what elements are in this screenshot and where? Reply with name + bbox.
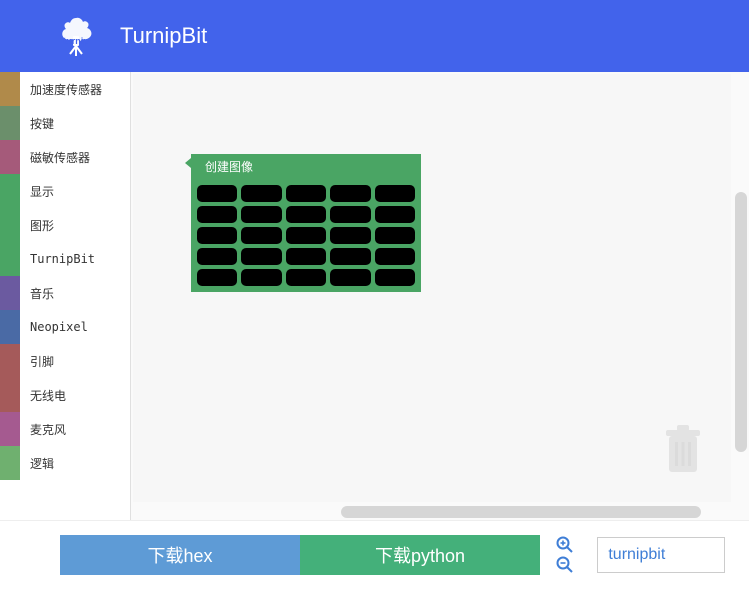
category-color-swatch — [0, 140, 20, 174]
footer-bar: 下载hex 下载python turnipbit — [0, 520, 749, 588]
pixel-cell[interactable] — [241, 269, 281, 286]
pixel-cell[interactable] — [330, 185, 370, 202]
category-label: TurnipBit — [20, 252, 95, 266]
category-item[interactable]: 磁敏传感器 — [0, 140, 130, 174]
category-color-swatch — [0, 446, 20, 480]
zoom-in-icon[interactable] — [556, 536, 574, 554]
pixel-cell[interactable] — [197, 206, 237, 223]
category-item[interactable]: 按键 — [0, 106, 130, 140]
category-item[interactable]: 无线电 — [0, 378, 130, 412]
category-item[interactable]: 图形 — [0, 208, 130, 242]
pixel-cell[interactable] — [241, 206, 281, 223]
pixel-cell[interactable] — [375, 269, 415, 286]
category-color-swatch — [0, 344, 20, 378]
category-label: 引脚 — [20, 353, 54, 370]
main-area: 加速度传感器按键磁敏传感器显示图形 TurnipBit 音乐 Neopixel 引脚无线… — [0, 72, 749, 520]
category-item[interactable]: 引脚 — [0, 344, 130, 378]
workspace[interactable]: 创建图像 — [130, 72, 749, 520]
category-label: Neopixel — [20, 320, 88, 334]
category-label: 显示 — [20, 183, 54, 200]
category-color-swatch — [0, 208, 20, 242]
app-logo: turnip — [50, 14, 102, 58]
pixel-cell[interactable] — [375, 185, 415, 202]
pixel-grid — [191, 179, 421, 292]
create-image-block[interactable]: 创建图像 — [191, 154, 421, 292]
workspace-horizontal-scrollbar[interactable] — [341, 506, 701, 518]
pixel-cell[interactable] — [330, 248, 370, 265]
category-item[interactable]: 加速度传感器 — [0, 72, 130, 106]
pixel-cell[interactable] — [286, 227, 326, 244]
category-item[interactable]: 逻辑 — [0, 446, 130, 480]
pixel-cell[interactable] — [286, 185, 326, 202]
workspace-vertical-scrollbar[interactable] — [735, 192, 747, 452]
workspace-canvas[interactable]: 创建图像 — [133, 74, 731, 502]
category-color-swatch — [0, 276, 20, 310]
category-color-swatch — [0, 174, 20, 208]
app-title: TurnipBit — [120, 23, 207, 49]
category-item[interactable]: 音乐 — [0, 276, 130, 310]
category-item[interactable]: TurnipBit — [0, 242, 130, 276]
pixel-cell[interactable] — [286, 248, 326, 265]
pixel-cell[interactable] — [197, 269, 237, 286]
zoom-controls — [550, 536, 579, 574]
category-label: 音乐 — [20, 285, 54, 302]
pixel-cell[interactable] — [330, 227, 370, 244]
pixel-cell[interactable] — [241, 185, 281, 202]
category-item[interactable]: Neopixel — [0, 310, 130, 344]
filename-input[interactable]: turnipbit — [597, 537, 725, 573]
category-color-swatch — [0, 72, 20, 106]
block-title: 创建图像 — [191, 154, 421, 179]
category-item[interactable]: 麦克风 — [0, 412, 130, 446]
category-color-swatch — [0, 310, 20, 344]
category-label: 磁敏传感器 — [20, 149, 90, 166]
pixel-cell[interactable] — [241, 248, 281, 265]
pixel-cell[interactable] — [286, 206, 326, 223]
pixel-cell[interactable] — [286, 269, 326, 286]
zoom-out-icon[interactable] — [556, 556, 574, 574]
pixel-cell[interactable] — [241, 227, 281, 244]
category-color-swatch — [0, 412, 20, 446]
category-item[interactable]: 显示 — [0, 174, 130, 208]
pixel-cell[interactable] — [330, 206, 370, 223]
category-color-swatch — [0, 242, 20, 276]
pixel-cell[interactable] — [197, 227, 237, 244]
pixel-cell[interactable] — [197, 185, 237, 202]
trash-icon[interactable] — [663, 424, 703, 476]
category-label: 麦克风 — [20, 421, 66, 438]
category-label: 按键 — [20, 115, 54, 132]
pixel-cell[interactable] — [375, 206, 415, 223]
category-label: 图形 — [20, 217, 54, 234]
download-python-button[interactable]: 下载python — [300, 535, 540, 575]
pixel-cell[interactable] — [375, 227, 415, 244]
pixel-cell[interactable] — [197, 248, 237, 265]
category-label: 加速度传感器 — [20, 81, 102, 98]
category-label: 逻辑 — [20, 455, 54, 472]
category-sidebar: 加速度传感器按键磁敏传感器显示图形 TurnipBit 音乐 Neopixel 引脚无线… — [0, 72, 130, 520]
svg-text:turnip: turnip — [63, 36, 89, 46]
category-label: 无线电 — [20, 387, 66, 404]
category-color-swatch — [0, 378, 20, 412]
download-hex-button[interactable]: 下载hex — [60, 535, 300, 575]
pixel-cell[interactable] — [375, 248, 415, 265]
pixel-cell[interactable] — [330, 269, 370, 286]
app-header: turnip TurnipBit — [0, 0, 749, 72]
category-color-swatch — [0, 106, 20, 140]
